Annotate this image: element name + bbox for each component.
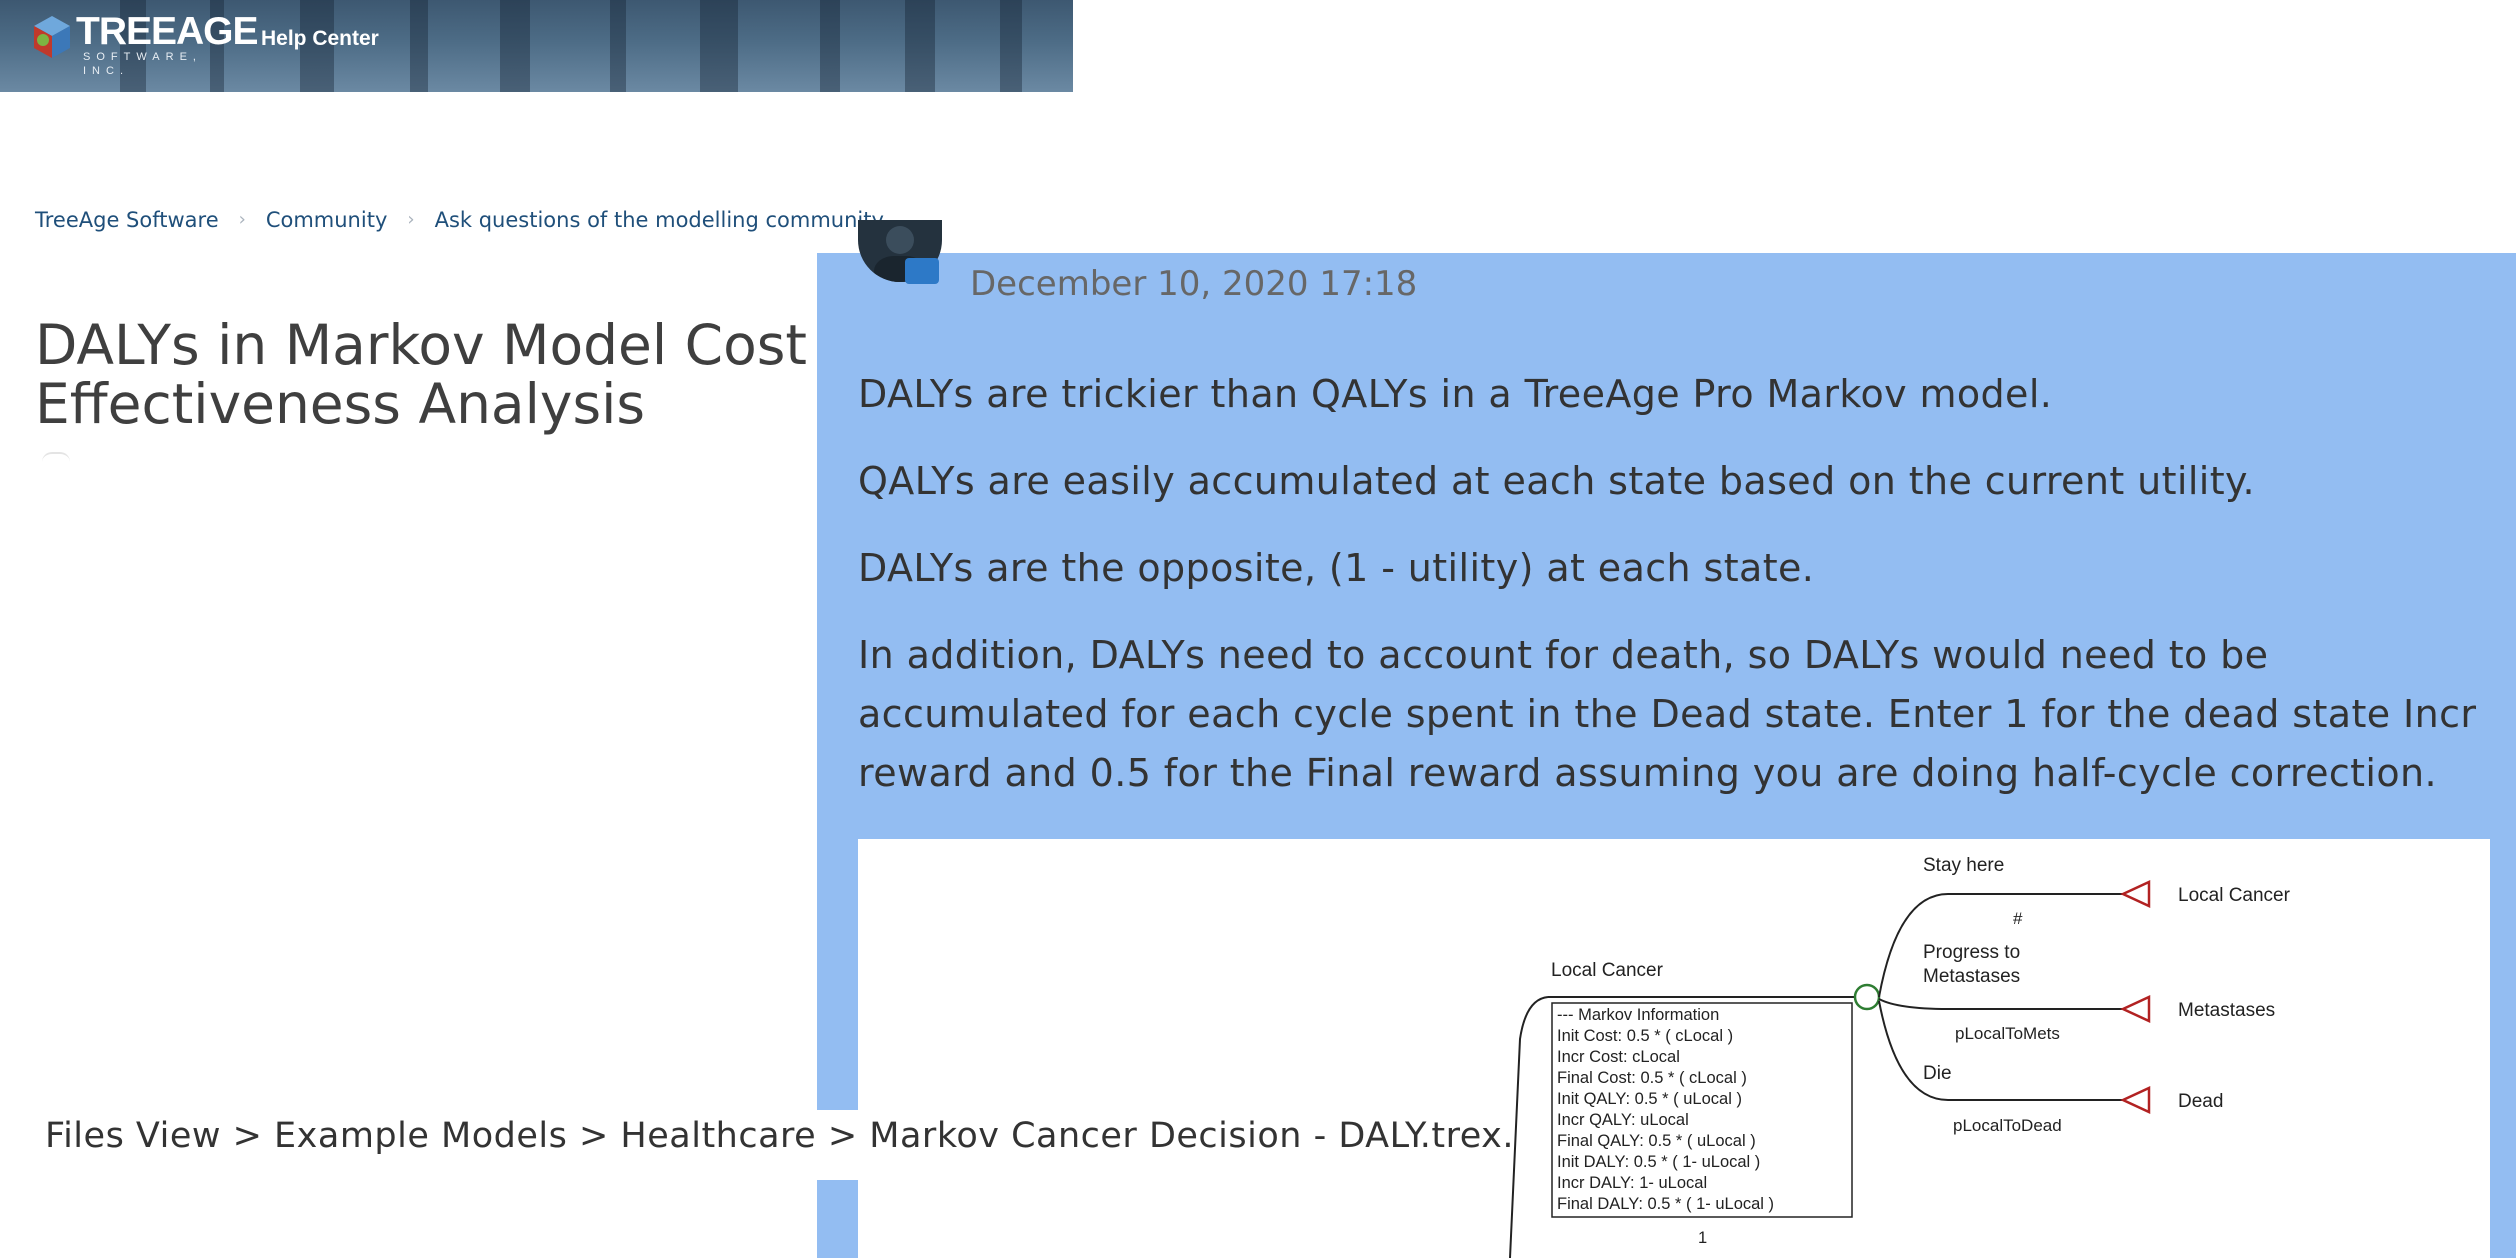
post-paragraph: DALYs are trickier than QALYs in a TreeA…: [858, 372, 2053, 416]
markov-info-line: --- Markov Information: [1557, 1006, 1719, 1024]
breadcrumb-separator: ›: [407, 209, 415, 230]
node-label-local-cancer: Local Cancer: [1551, 960, 1664, 981]
terminal-node-icon[interactable]: [2120, 1086, 2151, 1114]
post-body: DALYs are trickier than QALYs in a TreeA…: [858, 365, 2498, 831]
branch-label-die: Die: [1923, 1063, 1952, 1084]
post-paragraph: QALYs are easily accumulated at each sta…: [858, 459, 2256, 503]
help-center-link[interactable]: Help Center: [261, 25, 379, 53]
author-avatar-placeholder: [42, 452, 70, 462]
markov-info-line: Final QALY: 0.5 * ( uLocal ): [1557, 1132, 1756, 1150]
breadcrumb-community[interactable]: Community: [266, 204, 388, 236]
breadcrumb-separator: ›: [238, 209, 246, 230]
page-title: DALYs in Markov Model Cost Effectiveness…: [35, 313, 807, 436]
node-probability: 1: [1698, 1229, 1707, 1247]
markov-info-line: Init DALY: 0.5 * ( 1- uLocal ): [1557, 1153, 1760, 1171]
agent-badge-icon: [905, 258, 939, 284]
files-path-text: Files View > Example Models > Healthcare…: [45, 1116, 1514, 1156]
treeage-logo[interactable]: TREEAGE SOFTWARE, INC.: [32, 10, 259, 77]
branch-label-stay-here: Stay here: [1923, 855, 2004, 876]
markov-info-line: Incr DALY: 1- uLocal: [1557, 1174, 1707, 1192]
logo-subtext: SOFTWARE, INC.: [83, 51, 202, 77]
branch-prob-die: pLocalToDead: [1953, 1116, 2062, 1135]
branch-prob-progress: pLocalToMets: [1955, 1024, 2060, 1043]
chance-node-icon[interactable]: [1853, 983, 1881, 1011]
terminal-label-dead: Dead: [2178, 1091, 2223, 1112]
terminal-node-icon[interactable]: [2120, 995, 2151, 1023]
branch-line-progress: [1878, 998, 2123, 1010]
cube-logo-icon: [34, 16, 70, 58]
markov-info-line: Final Cost: 0.5 * ( cLocal ): [1557, 1069, 1747, 1087]
markov-info-line: Final DALY: 0.5 * ( 1- uLocal ): [1557, 1195, 1774, 1213]
header-banner: TREEAGE SOFTWARE, INC. Help Center: [0, 0, 1073, 92]
terminal-label-local-cancer: Local Cancer: [2178, 885, 2291, 906]
breadcrumb-ask-questions[interactable]: Ask questions of the modelling community: [435, 204, 884, 236]
markov-info-line: Init Cost: 0.5 * ( cLocal ): [1557, 1027, 1733, 1045]
post-paragraph: In addition, DALYs need to account for d…: [858, 633, 2477, 795]
terminal-label-metastases: Metastases: [2178, 1000, 2275, 1021]
node-connector: [1509, 996, 1549, 1258]
post-paragraph: DALYs are the opposite, (1 - utility) at…: [858, 546, 1815, 590]
markov-info-line: Incr Cost: cLocal: [1557, 1048, 1680, 1066]
markov-info-line: Init QALY: 0.5 * ( uLocal ): [1557, 1090, 1742, 1108]
branch-prob-stay-here: #: [2013, 909, 2023, 928]
post-date: December 10, 2020 17:18: [970, 264, 1418, 304]
markov-tree-figure: Local Cancer --- Markov Information Init…: [858, 839, 2490, 1258]
markov-info-line: Incr QALY: uLocal: [1557, 1111, 1689, 1129]
files-path-caption: Files View > Example Models > Healthcare…: [0, 1110, 1513, 1180]
markov-tree-diagram: Local Cancer --- Markov Information Init…: [1509, 855, 2291, 1258]
logo-wordmark: TREEAGE: [76, 10, 259, 53]
terminal-node-icon[interactable]: [2120, 880, 2151, 908]
breadcrumb-treeage-software[interactable]: TreeAge Software: [35, 204, 219, 236]
branch-line-die: [1878, 1000, 2123, 1101]
breadcrumb: TreeAge Software › Community › Ask quest…: [35, 204, 884, 236]
branch-label-progress: Progress to Metastases: [1923, 942, 2025, 987]
